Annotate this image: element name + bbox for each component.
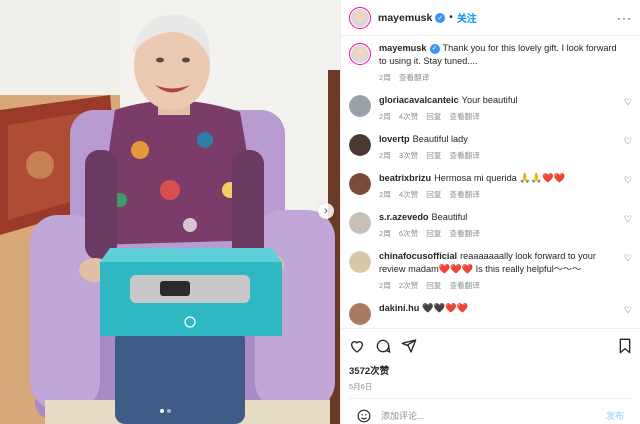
comment-composer: 添加评论... 发布 [349, 398, 632, 424]
more-options-button[interactable]: ··· [617, 11, 632, 25]
heart-icon[interactable] [349, 338, 365, 354]
caption-username[interactable]: mayemusk [379, 43, 427, 53]
comment-username[interactable]: beatrixbrizu [379, 173, 431, 183]
reply-link[interactable]: 回复 [426, 189, 441, 200]
comment-item: lovertp Beautiful lady 2周 3次赞 回复 查看翻译 ♡ [349, 133, 632, 161]
post-comment-button[interactable]: 发布 [606, 409, 624, 422]
post-actions: 3572次赞 5月6日 添加评论... 发布 [341, 328, 640, 424]
comment-username[interactable]: s.r.azevedo [379, 212, 429, 222]
verified-icon: ✓ [435, 12, 446, 23]
caption-avatar[interactable] [349, 43, 371, 65]
commenter-avatar[interactable] [349, 212, 371, 234]
comment-time: 2周 [379, 281, 391, 290]
comment-item: gloriacavalcanteic Your beautiful 2周 4次赞 … [349, 94, 632, 122]
comment-text: Your beautiful [461, 95, 518, 105]
comment-username[interactable]: chinafocusofficial [379, 251, 457, 261]
translate-link[interactable]: 查看翻译 [449, 111, 479, 122]
comment-likes[interactable]: 4次赞 [399, 111, 418, 122]
bookmark-icon[interactable] [618, 338, 632, 354]
commenter-avatar[interactable] [349, 134, 371, 156]
post-side-panel: mayemusk ✓ • 关注 ··· mayemusk ✓ Thank you f… [340, 0, 640, 424]
comment-item: s.r.azevedo Beautiful 2周 6次赞 回复 查看翻译 ♡ [349, 211, 632, 239]
translate-link[interactable]: 查看翻译 [449, 280, 479, 291]
comment-likes[interactable]: 4次赞 [399, 189, 418, 200]
heart-icon[interactable]: ♡ [624, 305, 632, 316]
caption-translate-link[interactable]: 查看翻译 [399, 72, 429, 83]
commenter-avatar[interactable] [349, 173, 371, 195]
reply-link[interactable]: 回复 [426, 150, 441, 161]
commenter-avatar[interactable] [349, 303, 371, 325]
comment-time: 2周 [379, 112, 391, 121]
heart-icon[interactable]: ♡ [624, 136, 632, 147]
comment-text: 🖤🖤❤️❤️ [422, 303, 469, 313]
reply-link[interactable]: 回复 [426, 280, 441, 291]
comment-username[interactable]: gloriacavalcanteic [379, 95, 459, 105]
photo-illustration [0, 0, 340, 424]
chevron-right-icon: › [324, 205, 328, 217]
translate-link[interactable]: 查看翻译 [449, 189, 479, 200]
translate-link[interactable]: 查看翻译 [449, 228, 479, 239]
comment-time: 2周 [379, 151, 391, 160]
post-photo[interactable]: › [0, 0, 340, 424]
carousel-dot-active [160, 409, 164, 413]
comment-username[interactable]: dakini.hu [379, 303, 419, 313]
commenter-avatar[interactable] [349, 251, 371, 273]
post-date: 5月6日 [349, 382, 373, 391]
comment-time: 2周 [379, 190, 391, 199]
comment-item: dakini.hu 🖤🖤❤️❤️ ♡ [349, 302, 632, 325]
heart-icon[interactable]: ♡ [624, 253, 632, 264]
verified-icon: ✓ [429, 43, 440, 54]
heart-icon[interactable]: ♡ [624, 175, 632, 186]
post-header: mayemusk ✓ • 关注 ··· [341, 0, 640, 36]
separator: • [449, 12, 453, 23]
likes-count[interactable]: 3572次赞 [349, 363, 632, 377]
comment-item: beatrixbrizu Hermosa mi querida 🙏🙏❤️❤️ 2周… [349, 172, 632, 200]
carousel-dot [167, 409, 171, 413]
reply-link[interactable]: 回复 [426, 111, 441, 122]
comment-text: Beautiful [431, 212, 468, 222]
comment-likes[interactable]: 6次赞 [399, 228, 418, 239]
emoji-icon[interactable] [357, 409, 371, 423]
comment-icon[interactable] [375, 338, 391, 354]
carousel-indicator [160, 409, 171, 413]
author-avatar[interactable] [349, 6, 371, 29]
follow-button[interactable]: 关注 [457, 10, 477, 25]
comment-likes[interactable]: 2次赞 [399, 280, 418, 291]
caption-time: 2周 [379, 73, 391, 82]
author-username[interactable]: mayemusk [378, 12, 432, 24]
comment-text: Hermosa mi querida 🙏🙏❤️❤️ [434, 173, 566, 183]
heart-icon[interactable]: ♡ [624, 97, 632, 108]
comment-input[interactable]: 添加评论... [381, 409, 425, 422]
commenter-avatar[interactable] [349, 95, 371, 117]
heart-icon[interactable]: ♡ [624, 214, 632, 225]
next-photo-button[interactable]: › [318, 203, 334, 219]
translate-link[interactable]: 查看翻译 [449, 150, 479, 161]
comments-list[interactable]: mayemusk ✓ Thank you for this lovely gift.… [341, 36, 640, 328]
comment-likes[interactable]: 3次赞 [399, 150, 418, 161]
comment-time: 2周 [379, 229, 391, 238]
comment-item: chinafocusofficial reaaaaaaally look forw… [349, 250, 632, 291]
comment-text: Beautiful lady [412, 134, 468, 144]
share-icon[interactable] [401, 338, 417, 354]
comment-username[interactable]: lovertp [379, 134, 410, 144]
caption: mayemusk ✓ Thank you for this lovely gift.… [349, 42, 632, 83]
reply-link[interactable]: 回复 [426, 228, 441, 239]
